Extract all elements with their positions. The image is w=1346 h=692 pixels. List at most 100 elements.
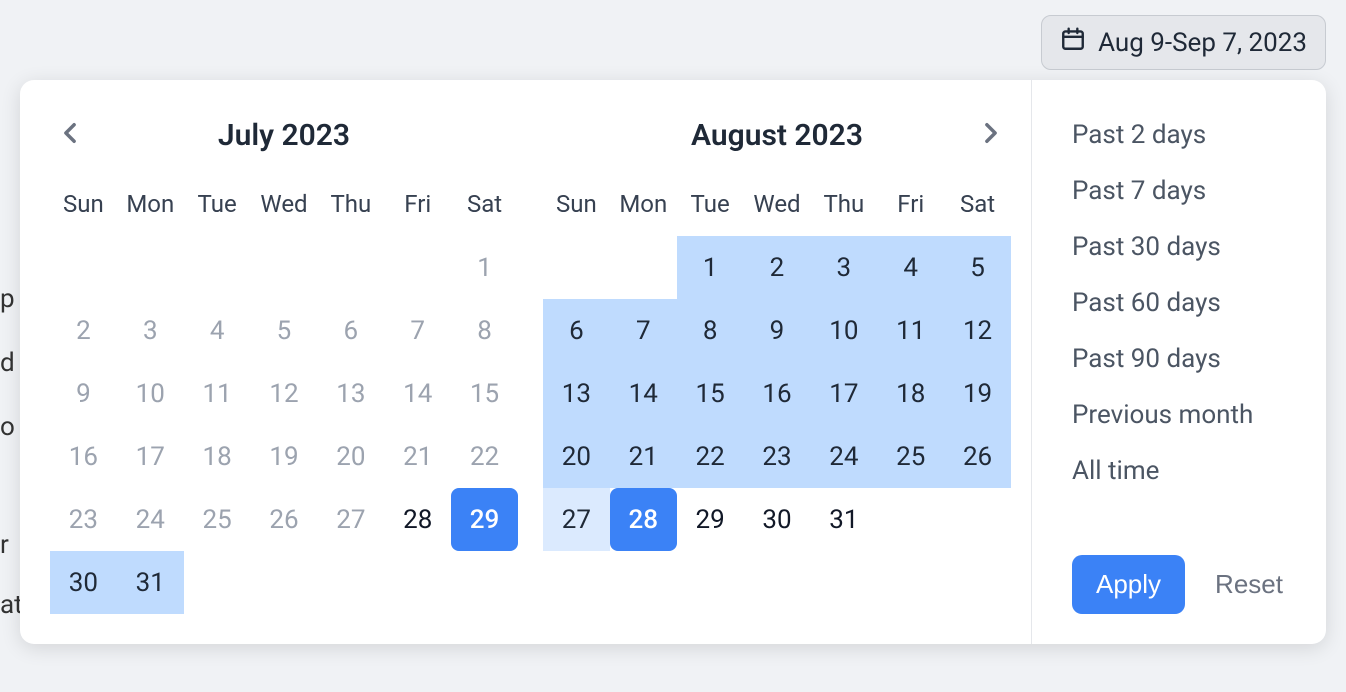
calendar-day[interactable]: 15 — [451, 362, 518, 425]
calendar-empty-cell — [610, 236, 677, 299]
calendar-day[interactable]: 20 — [543, 425, 610, 488]
calendar-day[interactable]: 19 — [251, 425, 318, 488]
calendar-title: July 2023 — [218, 118, 350, 153]
calendar-day[interactable]: 29 — [677, 488, 744, 551]
calendar-day[interactable]: 4 — [877, 236, 944, 299]
reset-button[interactable]: Reset — [1215, 569, 1283, 600]
calendar-day[interactable]: 23 — [50, 488, 117, 551]
calendar-empty-cell — [117, 236, 184, 299]
calendar-empty-cell — [184, 236, 251, 299]
next-month-button[interactable] — [971, 115, 1011, 155]
dow-header: Tue — [184, 180, 251, 236]
calendar-empty-cell — [317, 551, 384, 614]
calendar-day[interactable]: 27 — [543, 488, 610, 551]
calendar-empty-cell — [451, 551, 518, 614]
calendar-day[interactable]: 21 — [384, 425, 451, 488]
calendar-day[interactable]: 31 — [810, 488, 877, 551]
dow-header: Sun — [543, 180, 610, 236]
calendar-day[interactable]: 17 — [810, 362, 877, 425]
calendar-day[interactable]: 21 — [610, 425, 677, 488]
calendar-day[interactable]: 5 — [944, 236, 1011, 299]
preset-option[interactable]: Past 30 days — [1072, 232, 1296, 262]
calendar-day[interactable]: 25 — [184, 488, 251, 551]
calendar-day[interactable]: 9 — [50, 362, 117, 425]
date-picker-sidebar: Past 2 days Past 7 days Past 30 days Past 6… — [1031, 80, 1326, 644]
calendar-empty-cell — [384, 236, 451, 299]
calendar-day[interactable]: 14 — [384, 362, 451, 425]
calendar-day[interactable]: 8 — [677, 299, 744, 362]
calendar-day[interactable]: 18 — [184, 425, 251, 488]
preset-list: Past 2 days Past 7 days Past 30 days Past 6… — [1072, 120, 1296, 535]
preset-option[interactable]: Past 90 days — [1072, 344, 1296, 374]
calendar-day[interactable]: 28 — [384, 488, 451, 551]
preset-option[interactable]: All time — [1072, 456, 1296, 486]
calendar-day[interactable]: 31 — [117, 551, 184, 614]
calendar-day[interactable]: 16 — [50, 425, 117, 488]
preset-option[interactable]: Past 2 days — [1072, 120, 1296, 150]
calendar-day[interactable]: 26 — [944, 425, 1011, 488]
calendar-day[interactable]: 14 — [610, 362, 677, 425]
prev-month-button[interactable] — [50, 115, 90, 155]
calendar-day[interactable]: 4 — [184, 299, 251, 362]
calendar-day[interactable]: 19 — [944, 362, 1011, 425]
calendar-day[interactable]: 13 — [317, 362, 384, 425]
dow-header: Sun — [50, 180, 117, 236]
calendar-day[interactable]: 1 — [677, 236, 744, 299]
calendar-day[interactable]: 9 — [744, 299, 811, 362]
dow-header: Sat — [944, 180, 1011, 236]
preset-option[interactable]: Past 60 days — [1072, 288, 1296, 318]
calendar-day[interactable]: 6 — [543, 299, 610, 362]
preset-option[interactable]: Past 7 days — [1072, 176, 1296, 206]
calendar-day[interactable]: 17 — [117, 425, 184, 488]
calendar-empty-cell — [50, 236, 117, 299]
calendar-day[interactable]: 27 — [317, 488, 384, 551]
chevron-left-icon — [63, 122, 77, 148]
calendar-header: August 2023 — [543, 110, 1011, 160]
calendar-day[interactable]: 8 — [451, 299, 518, 362]
calendar-day[interactable]: 11 — [877, 299, 944, 362]
calendar-day[interactable]: 18 — [877, 362, 944, 425]
calendar-empty-cell — [877, 488, 944, 551]
calendar-day[interactable]: 5 — [251, 299, 318, 362]
dow-header: Fri — [384, 180, 451, 236]
calendar-day[interactable]: 10 — [810, 299, 877, 362]
calendar-day[interactable]: 10 — [117, 362, 184, 425]
calendar-day[interactable]: 7 — [610, 299, 677, 362]
date-range-trigger[interactable]: Aug 9-Sep 7, 2023 — [1041, 15, 1326, 70]
calendar-day[interactable]: 22 — [451, 425, 518, 488]
calendar-empty-cell — [384, 551, 451, 614]
date-picker-popover: July 2023SunMonTueWedThuFriSat1234567891… — [20, 80, 1326, 644]
calendar-empty-cell — [543, 236, 610, 299]
calendar-day[interactable]: 28 — [610, 488, 677, 551]
calendar-empty-cell — [184, 551, 251, 614]
calendar-day[interactable]: 13 — [543, 362, 610, 425]
calendar-day[interactable]: 16 — [744, 362, 811, 425]
calendar-day[interactable]: 20 — [317, 425, 384, 488]
calendar-day[interactable]: 24 — [117, 488, 184, 551]
calendar-day[interactable]: 12 — [251, 362, 318, 425]
calendar-day[interactable]: 22 — [677, 425, 744, 488]
calendar-day[interactable]: 29 — [451, 488, 518, 551]
calendar-day[interactable]: 26 — [251, 488, 318, 551]
dow-header: Mon — [610, 180, 677, 236]
apply-button[interactable]: Apply — [1072, 555, 1185, 614]
calendar-day[interactable]: 11 — [184, 362, 251, 425]
bg-text: p — [0, 284, 15, 314]
dow-header: Wed — [744, 180, 811, 236]
calendar-day[interactable]: 3 — [117, 299, 184, 362]
calendar-day[interactable]: 23 — [744, 425, 811, 488]
calendar-day[interactable]: 2 — [50, 299, 117, 362]
calendar-day[interactable]: 2 — [744, 236, 811, 299]
calendar-day[interactable]: 1 — [451, 236, 518, 299]
calendar-day[interactable]: 30 — [744, 488, 811, 551]
calendar-day[interactable]: 15 — [677, 362, 744, 425]
calendar-day[interactable]: 7 — [384, 299, 451, 362]
calendar-day[interactable]: 3 — [810, 236, 877, 299]
calendar-day[interactable]: 30 — [50, 551, 117, 614]
calendar-day[interactable]: 25 — [877, 425, 944, 488]
calendar-day[interactable]: 6 — [317, 299, 384, 362]
calendar-day[interactable]: 12 — [944, 299, 1011, 362]
preset-option[interactable]: Previous month — [1072, 400, 1296, 430]
calendar-month: July 2023SunMonTueWedThuFriSat1234567891… — [50, 110, 518, 614]
calendar-day[interactable]: 24 — [810, 425, 877, 488]
